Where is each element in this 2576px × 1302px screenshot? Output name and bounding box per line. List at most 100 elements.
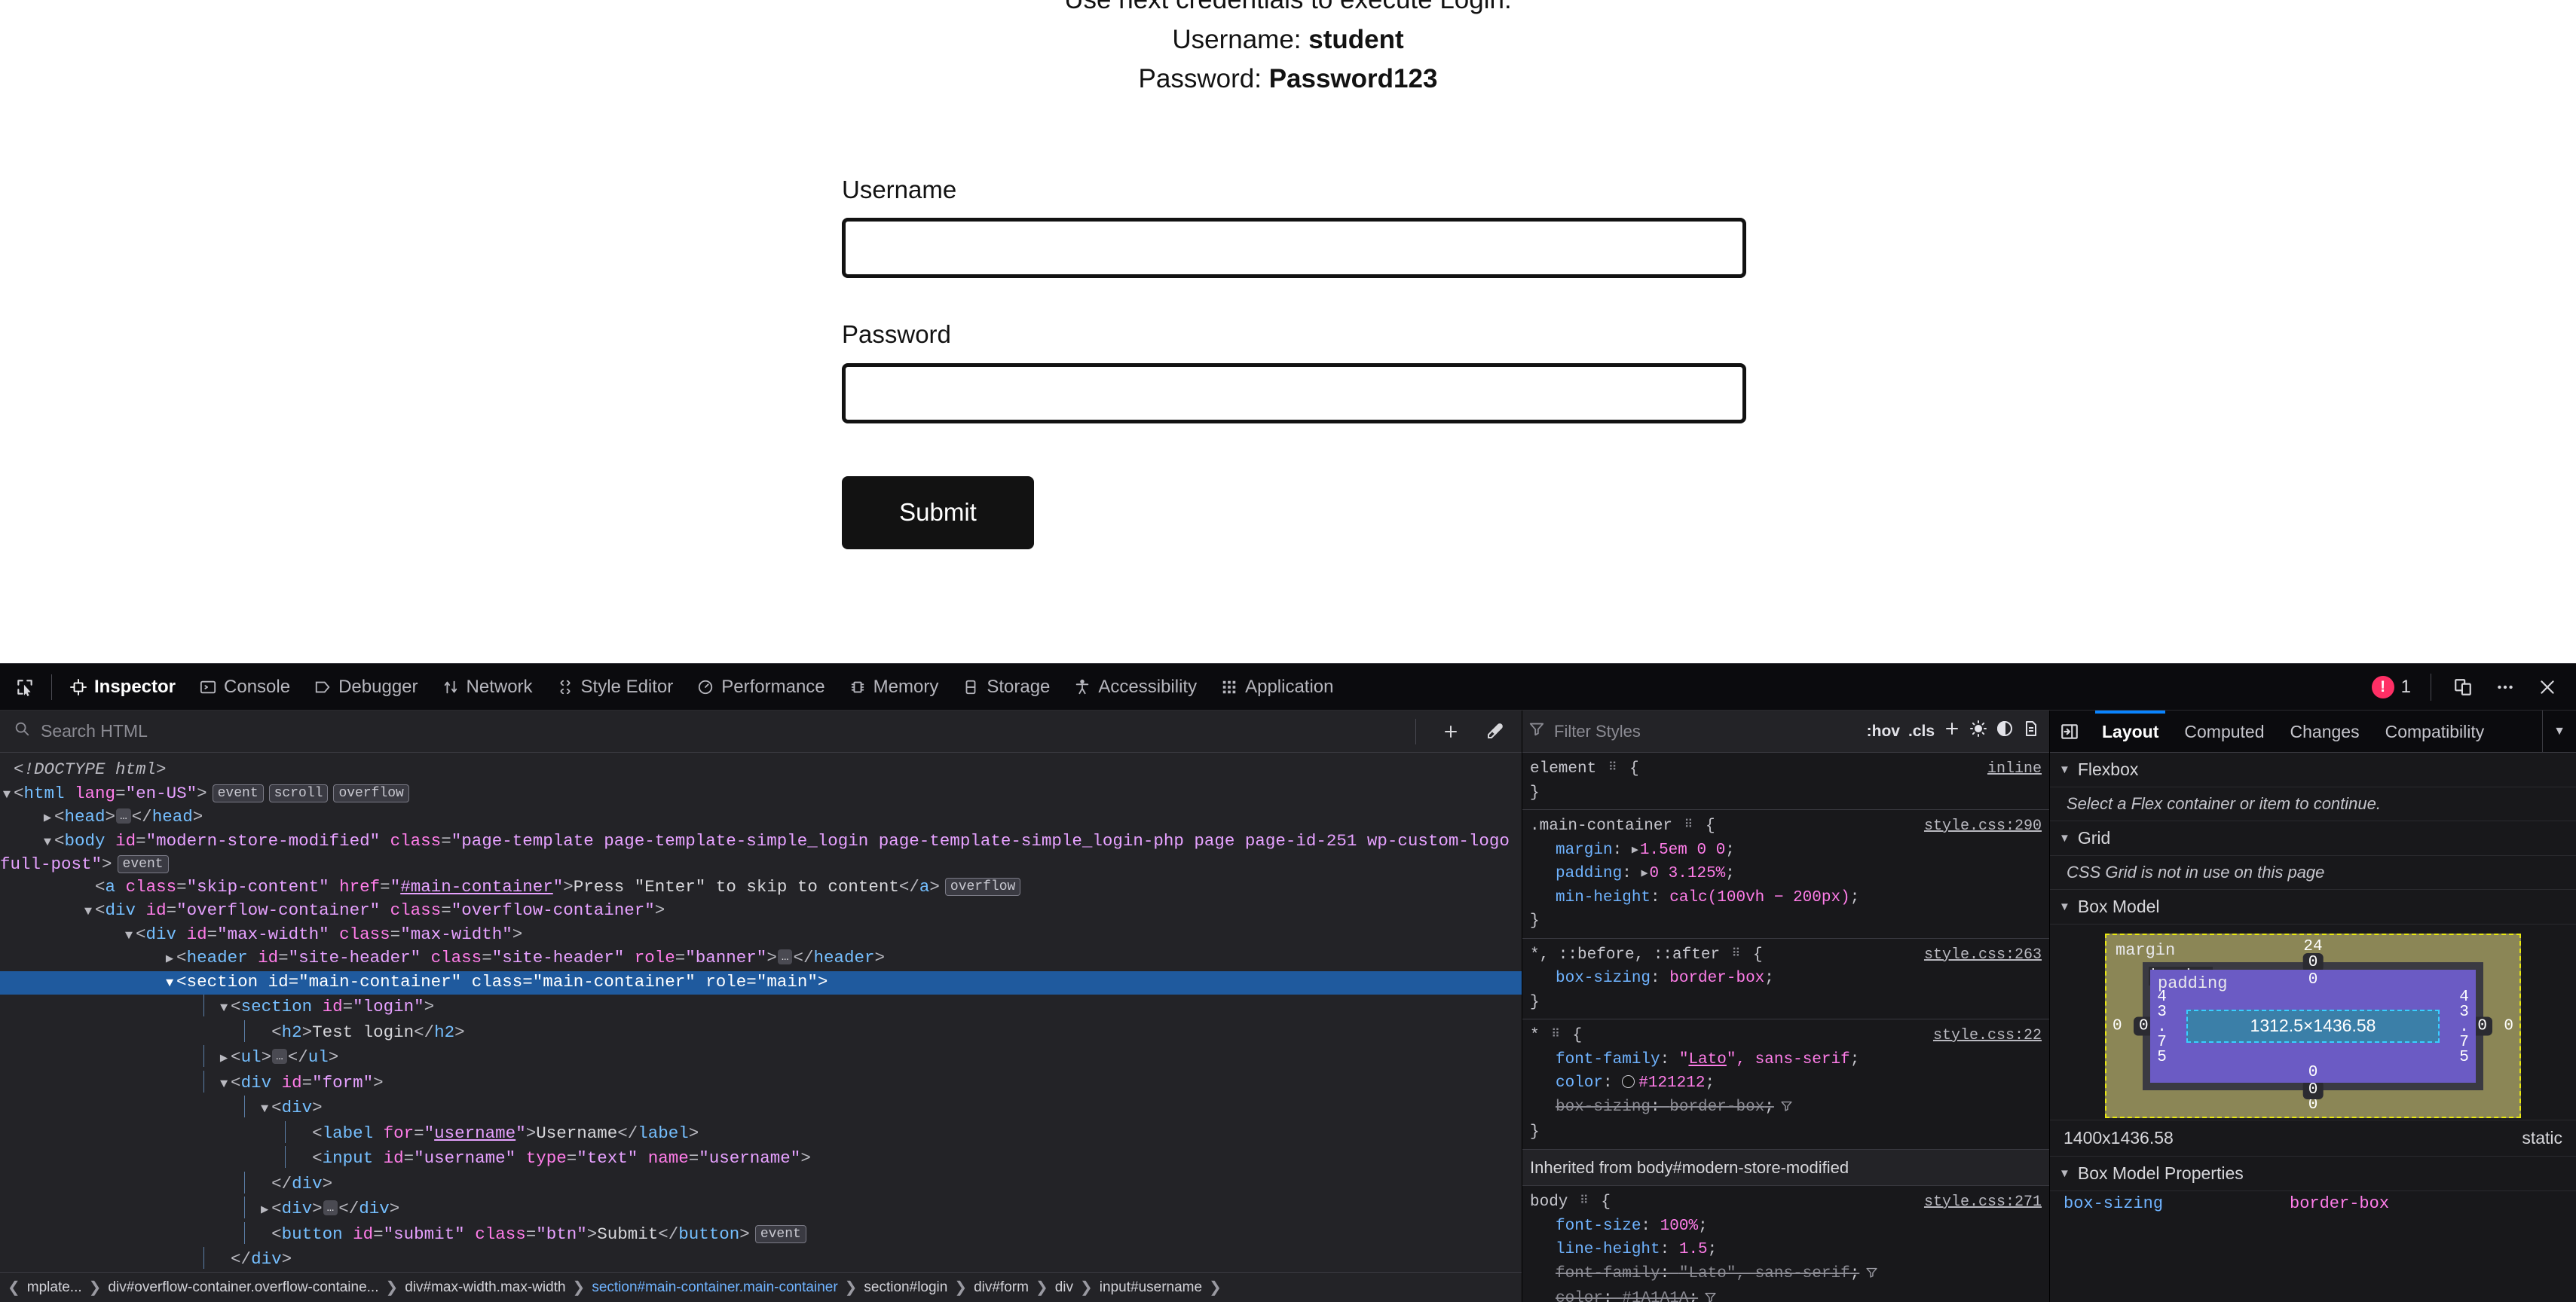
- print-preview-icon[interactable]: [2022, 720, 2040, 743]
- twisty-closed-icon[interactable]: ▶: [41, 808, 54, 830]
- grid-section-header[interactable]: ▼ Grid: [2050, 821, 2576, 856]
- search-html-input[interactable]: [39, 720, 1415, 742]
- markup-tree-node[interactable]: ▼ <div id="max-width" class="max-width">: [0, 924, 1522, 948]
- breadcrumb-item[interactable]: div#form: [970, 1279, 1033, 1296]
- error-count-badge[interactable]: ! 1: [2364, 675, 2418, 698]
- collapsed-children-icon[interactable]: …: [272, 1049, 287, 1064]
- breadcrumb-item[interactable]: div: [1051, 1279, 1077, 1296]
- css-rule[interactable]: *, ::before, ::after ⠿ {style.css:263 box…: [1522, 939, 2049, 1019]
- hov-toggle-button[interactable]: :hov: [1867, 723, 1900, 741]
- css-declaration[interactable]: font-family: "Lato", sans-serif;: [1530, 1262, 2042, 1288]
- tab-accessibility[interactable]: Accessibility: [1062, 664, 1209, 711]
- sun-icon[interactable]: [1969, 720, 1987, 743]
- breadcrumb-item[interactable]: div#max-width.max-width: [401, 1279, 569, 1296]
- css-rule[interactable]: * ⠿ {style.css:22 font-family: "Lato", sa…: [1522, 1019, 2049, 1150]
- twisty-closed-icon[interactable]: ▶: [163, 949, 176, 971]
- css-source-link[interactable]: style.css:22: [1933, 1024, 2042, 1048]
- node-badge[interactable]: overflow: [944, 877, 1021, 896]
- markup-tree-node[interactable]: ▸</div>: [0, 1171, 1522, 1197]
- responsive-design-mode-icon[interactable]: [2443, 668, 2483, 707]
- tab-inspector[interactable]: Inspector: [58, 664, 188, 711]
- css-declaration[interactable]: line-height: 1.5;: [1530, 1238, 2042, 1262]
- tab-compatibility[interactable]: Compatibility: [2373, 711, 2498, 753]
- cls-toggle-button[interactable]: .cls: [1908, 723, 1935, 741]
- css-declaration[interactable]: box-sizing: border-box;: [1530, 967, 2042, 991]
- breadcrumb-item[interactable]: section#main-container.main-container: [588, 1279, 841, 1296]
- css-source-link[interactable]: inline: [1987, 757, 2042, 781]
- tab-debugger[interactable]: Debugger: [302, 664, 430, 711]
- plus-icon[interactable]: [1431, 712, 1470, 751]
- selector-gripper-icon[interactable]: ⠿: [1608, 756, 1618, 781]
- chevron-down-icon[interactable]: ▼: [2542, 710, 2576, 753]
- username-input[interactable]: [842, 218, 1746, 279]
- filter-declaration-icon[interactable]: [1865, 1264, 1878, 1288]
- markup-tree-node[interactable]: ▼ <div id="overflow-container" class="ove…: [0, 900, 1522, 924]
- node-badge[interactable]: scroll: [268, 784, 329, 802]
- color-swatch[interactable]: [1622, 1075, 1635, 1088]
- selector-gripper-icon[interactable]: ⠿: [1684, 814, 1694, 838]
- tab-style-editor[interactable]: Style Editor: [545, 664, 686, 711]
- breadcrumb-scroll-left[interactable]: ❮: [5, 1278, 23, 1297]
- markup-tree-node[interactable]: ▼ <div id="form">: [0, 1070, 1522, 1096]
- css-declaration[interactable]: box-sizing: border-box;: [1530, 1096, 2042, 1121]
- css-declaration[interactable]: margin: ▶1.5em 0 0;: [1530, 839, 2042, 863]
- twisty-open-icon[interactable]: ▼: [0, 784, 14, 807]
- node-badge[interactable]: overflow: [333, 784, 409, 802]
- css-declaration[interactable]: color: #1A1A1A;: [1530, 1287, 2042, 1302]
- css-rule[interactable]: element ⠿ {inline}: [1522, 753, 2049, 810]
- css-source-link[interactable]: style.css:271: [1924, 1190, 2042, 1215]
- node-badge[interactable]: event: [212, 784, 264, 802]
- tab-changes[interactable]: Changes: [2278, 711, 2373, 753]
- box-model-section-header[interactable]: ▼ Box Model: [2050, 890, 2576, 925]
- css-declaration[interactable]: font-size: 100%;: [1530, 1215, 2042, 1239]
- selector-gripper-icon[interactable]: ⠿: [1580, 1190, 1589, 1214]
- selector-gripper-icon[interactable]: ⠿: [1732, 943, 1742, 967]
- tab-memory[interactable]: Memory: [837, 664, 951, 711]
- breadcrumb-scroll-right[interactable]: ❯: [1206, 1278, 1225, 1297]
- twisty-open-icon[interactable]: ▼: [122, 925, 136, 948]
- markup-tree-node[interactable]: ▸<!DOCTYPE html>: [0, 759, 1522, 783]
- expand-shorthand-icon[interactable]: ▶: [1632, 839, 1638, 863]
- css-rules-list[interactable]: element ⠿ {inline} .main-container ⠿ {sty…: [1522, 753, 2049, 1302]
- twisty-open-icon[interactable]: ▼: [217, 1074, 231, 1096]
- css-declaration[interactable]: padding: ▶0 3.125%;: [1530, 862, 2042, 886]
- markup-tree-node[interactable]: ▸<label for="username">Username</label>: [0, 1120, 1522, 1147]
- box-model-diagram[interactable]: margin 24 0 0 0 border 0 0 0 0 paddi: [2050, 925, 2576, 1120]
- tab-network[interactable]: Network: [430, 664, 545, 711]
- collapsed-children-icon[interactable]: …: [777, 949, 793, 964]
- tab-performance[interactable]: Performance: [685, 664, 837, 711]
- twisty-open-icon[interactable]: ▼: [163, 973, 176, 995]
- css-rule[interactable]: body ⠿ {style.css:271 font-size: 100%; lin…: [1522, 1186, 2049, 1302]
- breadcrumb-item[interactable]: mplate...: [23, 1279, 86, 1296]
- collapsed-children-icon[interactable]: …: [116, 808, 131, 824]
- css-selector[interactable]: element ⠿ {: [1530, 756, 1639, 781]
- markup-tree-node[interactable]: ▸<input id="username" type="text" name="…: [0, 1146, 1522, 1172]
- css-selector[interactable]: .main-container ⠿ {: [1530, 814, 1715, 839]
- flexbox-section-header[interactable]: ▼ Flexbox: [2050, 753, 2576, 787]
- moon-icon[interactable]: [1996, 720, 2014, 743]
- css-selector[interactable]: *, ::before, ::after ⠿ {: [1530, 943, 1763, 967]
- node-badge[interactable]: event: [754, 1224, 806, 1243]
- collapsed-children-icon[interactable]: …: [323, 1200, 338, 1215]
- tab-console[interactable]: Console: [188, 664, 302, 711]
- expand-shorthand-icon[interactable]: ▶: [1641, 862, 1647, 886]
- markup-tree-node[interactable]: ▸<button id="submit" class="btn">Submit<…: [0, 1221, 1522, 1248]
- css-source-link[interactable]: style.css:290: [1924, 815, 2042, 839]
- close-icon[interactable]: [2528, 668, 2567, 707]
- markup-tree-node[interactable]: ▸<h2>Test login</h2>: [0, 1019, 1522, 1046]
- more-options-icon[interactable]: [2486, 668, 2525, 707]
- filter-declaration-icon[interactable]: [1780, 1097, 1793, 1121]
- tab-layout[interactable]: Layout: [2089, 710, 2171, 753]
- breadcrumb-item[interactable]: section#login: [860, 1279, 951, 1296]
- filter-styles-input[interactable]: [1553, 720, 1867, 742]
- node-badge[interactable]: event: [117, 855, 169, 873]
- password-input[interactable]: [842, 362, 1746, 423]
- tab-storage[interactable]: Storage: [950, 664, 1062, 711]
- submit-button[interactable]: Submit: [842, 475, 1034, 549]
- collapse-pane-icon[interactable]: [2050, 722, 2089, 741]
- markup-tree[interactable]: ▸<!DOCTYPE html>▼<html lang="en-US">even…: [0, 753, 1522, 1272]
- markup-tree-node[interactable]: ▸<a class="skip-content" href="#main-con…: [0, 876, 1522, 900]
- twisty-closed-icon[interactable]: ▶: [217, 1048, 231, 1071]
- markup-tree-node[interactable]: ▼ <body id="modern-store-modified" class=…: [0, 830, 1522, 876]
- twisty-open-icon[interactable]: ▼: [217, 998, 231, 1020]
